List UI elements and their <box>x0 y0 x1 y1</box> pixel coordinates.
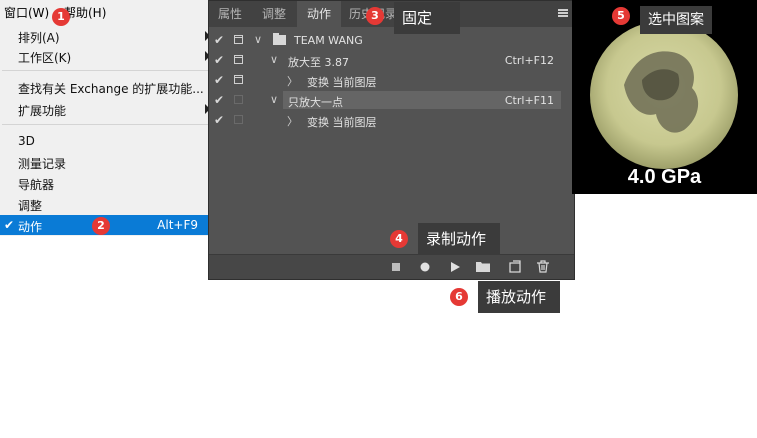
pin-tooltip: 固定 <box>394 2 460 34</box>
new-action-icon[interactable] <box>509 260 521 273</box>
menu-item-label: 工作区(K) <box>18 51 72 65</box>
window-dropdown-menu: 排列(A) 工作区(K) 查找有关 Exchange 的扩展功能... 扩展功能… <box>0 22 211 236</box>
menu-divider <box>2 124 208 125</box>
toggle-check-icon[interactable]: ✔ <box>214 113 224 127</box>
menu-item-extensions[interactable]: 扩展功能 <box>0 99 210 119</box>
toggle-check-icon[interactable]: ✔ <box>214 33 224 47</box>
menu-item-label: 查找有关 Exchange 的扩展功能... <box>18 82 204 96</box>
select-pattern-tooltip: 选中图案 <box>640 6 712 34</box>
menu-item-label: 3D <box>18 134 35 148</box>
menu-item-workspace[interactable]: 工作区(K) <box>0 46 210 66</box>
step-badge-2: 2 <box>92 217 110 235</box>
stop-icon[interactable] <box>392 263 400 271</box>
action-step-row[interactable]: ✔ 〉 变换 当前图层 <box>209 70 574 90</box>
action-row[interactable]: ✔ ∨ 只放大一点 Ctrl+F11 <box>209 90 574 110</box>
trash-icon[interactable] <box>537 260 549 273</box>
play-icon[interactable] <box>450 262 460 272</box>
action-step-name: 变换 当前图层 <box>307 116 377 129</box>
action-row[interactable]: ✔ ∨ 放大至 3.87 Ctrl+F12 <box>209 50 574 70</box>
menu-item-label: 调整 <box>18 199 43 213</box>
menu-bar: 窗口(W) 帮助(H) <box>0 0 208 22</box>
step-badge-5: 5 <box>612 7 630 25</box>
step-badge-4: 4 <box>390 230 408 248</box>
menu-divider <box>2 70 208 71</box>
tab-actions[interactable]: 动作 <box>297 1 341 27</box>
dialog-toggle-icon[interactable] <box>234 55 243 64</box>
panel-bottom-toolbar <box>209 254 574 279</box>
step-badge-3: 3 <box>366 7 384 25</box>
selected-pattern-image: 选中图案 4.0 GPa <box>572 0 757 194</box>
toggle-check-icon[interactable]: ✔ <box>214 73 224 87</box>
action-step-row[interactable]: ✔ 〉 变换 当前图层 <box>209 110 574 130</box>
expand-chevron-icon[interactable]: ∨ <box>270 53 278 66</box>
menu-help[interactable]: 帮助(H) <box>64 4 106 21</box>
menu-window[interactable]: 窗口(W) <box>4 4 49 21</box>
menu-item-navigator[interactable]: 导航器 <box>0 173 210 193</box>
dialog-toggle-icon[interactable] <box>234 75 243 84</box>
toggle-check-icon[interactable]: ✔ <box>214 93 224 107</box>
menu-item-find-exchange[interactable]: 查找有关 Exchange 的扩展功能... <box>0 77 210 97</box>
expand-chevron-icon[interactable]: 〉 <box>287 73 298 89</box>
pressure-label: 4.0 GPa <box>627 166 702 188</box>
menu-item-label: 扩展功能 <box>18 104 67 118</box>
panel-menu-icon[interactable] <box>558 9 568 17</box>
menu-item-label: 排列(A) <box>18 31 60 45</box>
menu-item-shortcut: Alt+F9 <box>157 218 198 232</box>
action-set-name: TEAM WANG <box>294 34 363 47</box>
record-icon[interactable] <box>420 262 430 272</box>
checkmark-icon: ✔ <box>4 218 15 232</box>
dialog-toggle-icon[interactable] <box>234 95 243 104</box>
expand-chevron-icon[interactable]: ∨ <box>270 93 278 106</box>
menu-item-label: 导航器 <box>18 178 55 192</box>
action-step-name: 变换 当前图层 <box>307 76 377 89</box>
record-action-tooltip: 录制动作 <box>418 223 500 255</box>
dialog-toggle-icon[interactable] <box>234 115 243 124</box>
play-action-tooltip: 播放动作 <box>478 281 560 313</box>
panel-tab-bar: 属性 调整 动作 历史记录 <box>209 1 574 27</box>
expand-chevron-icon[interactable]: ∨ <box>254 33 262 46</box>
menu-item-measurement-log[interactable]: 测量记录 <box>0 152 210 172</box>
folder-icon <box>273 33 286 45</box>
folder-icon[interactable] <box>476 261 490 272</box>
action-shortcut: Ctrl+F11 <box>504 94 554 107</box>
toggle-check-icon[interactable]: ✔ <box>214 53 224 67</box>
step-badge-1: 1 <box>52 8 70 26</box>
menu-item-label: 动作 <box>18 220 43 234</box>
action-set-row[interactable]: ✔ ∨ TEAM WANG <box>209 30 574 50</box>
step-badge-6: 6 <box>450 288 468 306</box>
expand-chevron-icon[interactable]: 〉 <box>287 113 298 129</box>
action-name: 只放大一点 <box>288 96 343 109</box>
action-shortcut: Ctrl+F12 <box>504 54 554 67</box>
action-name: 放大至 3.87 <box>288 56 349 69</box>
menu-item-label: 测量记录 <box>18 157 67 171</box>
dialog-toggle-icon[interactable] <box>234 35 243 44</box>
menu-item-adjustments[interactable]: 调整 <box>0 194 210 214</box>
tab-adjustments[interactable]: 调整 <box>253 1 295 27</box>
menu-item-arrange[interactable]: 排列(A) <box>0 26 210 46</box>
tab-properties[interactable]: 属性 <box>209 1 251 27</box>
menu-item-3d[interactable]: 3D <box>0 131 210 151</box>
